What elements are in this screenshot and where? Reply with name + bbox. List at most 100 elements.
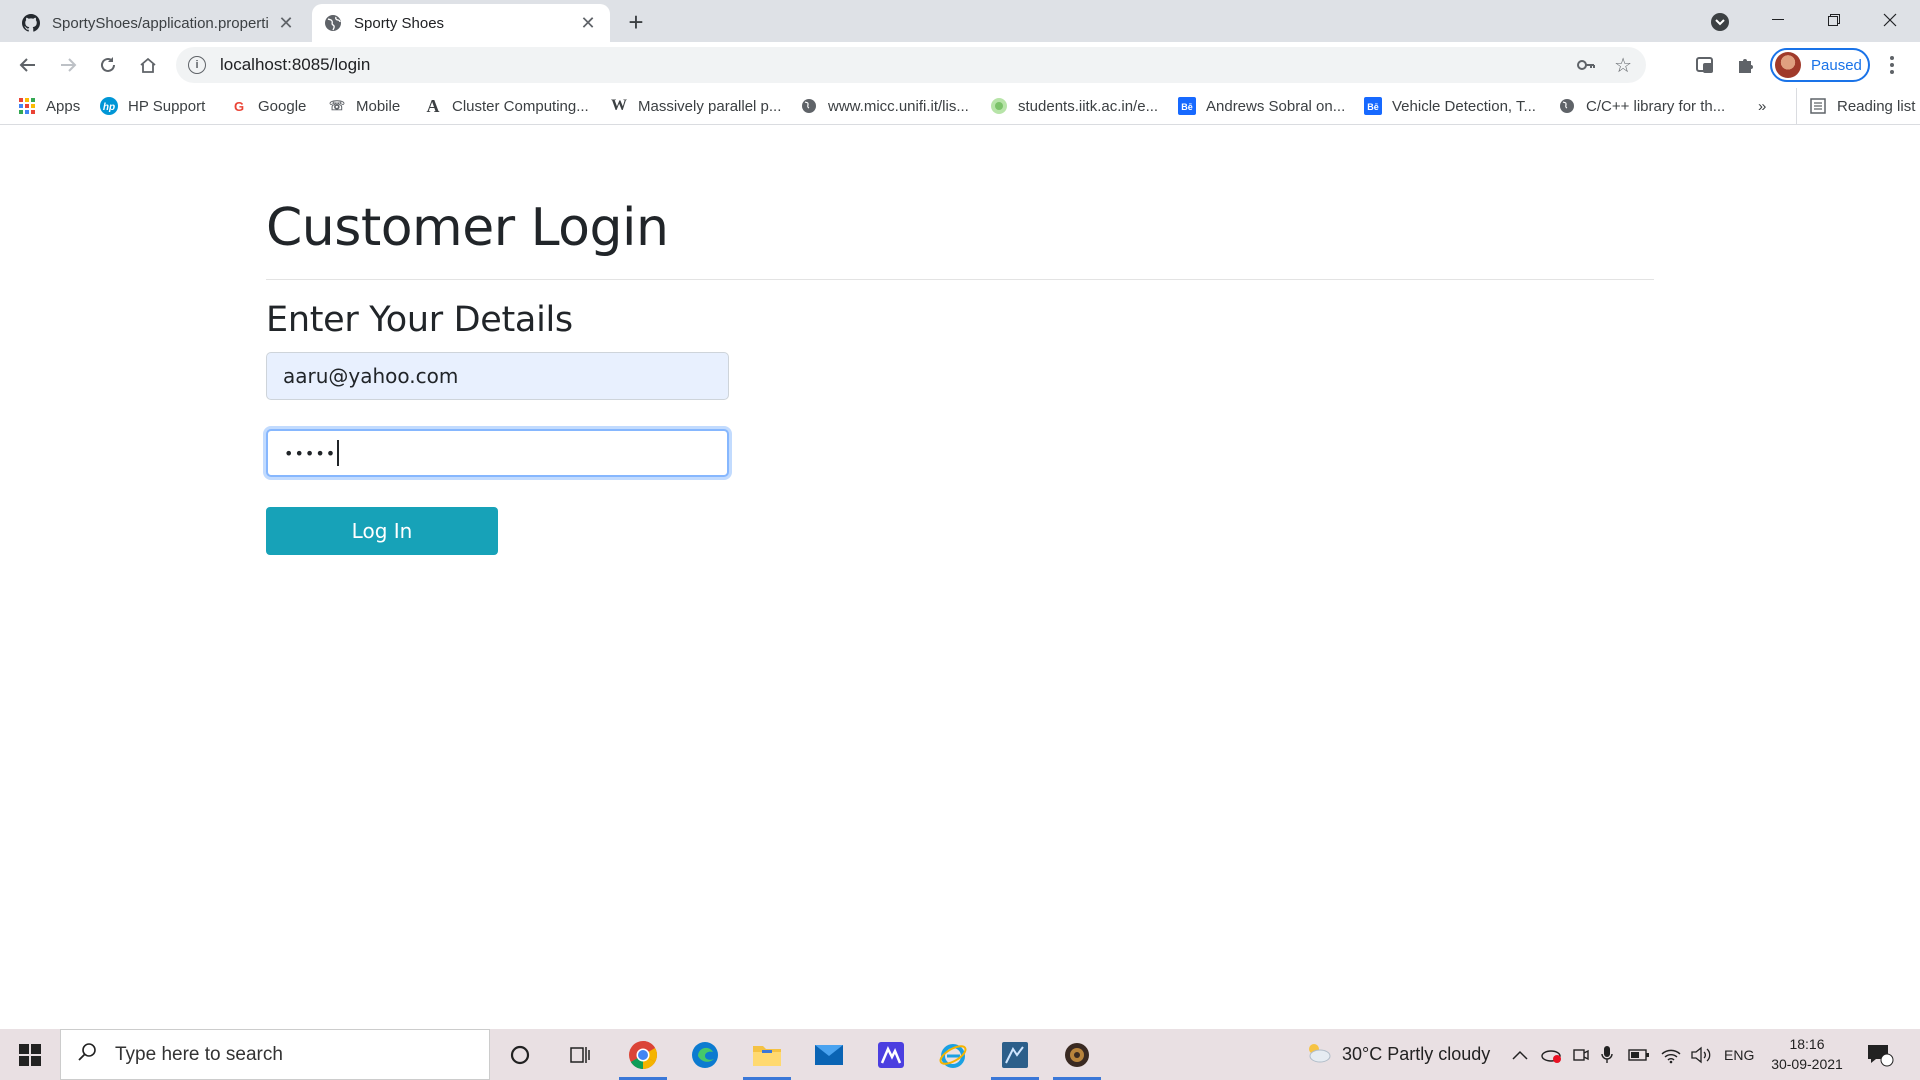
app-taskbar-icon[interactable] <box>985 1029 1045 1080</box>
tab-strip: SportyShoes/application.properti ✕ Sport… <box>0 0 1920 42</box>
more-menu-icon[interactable] <box>1882 54 1902 76</box>
language-indicator[interactable]: ENG <box>1724 1029 1754 1080</box>
internet-explorer-icon[interactable] <box>923 1029 983 1080</box>
microphone-icon[interactable] <box>1600 1029 1614 1080</box>
bookmark-label: Mobile <box>356 97 401 115</box>
bookmark-andrews-sobral[interactable]: Bē Andrews Sobral on... <box>1178 88 1345 124</box>
bookmark-label: Apps <box>46 97 81 115</box>
behance-icon: Bē <box>1178 97 1196 115</box>
back-icon[interactable] <box>12 49 44 81</box>
tab-title: Sporty Shoes <box>354 14 445 32</box>
home-icon[interactable] <box>132 49 164 81</box>
bookmark-label: Vehicle Detection, T... <box>1392 97 1536 115</box>
bookmark-cluster-computing[interactable]: A Cluster Computing... <box>424 88 589 124</box>
search-icon <box>77 1042 97 1067</box>
text-caret <box>337 440 339 466</box>
chrome-taskbar-icon[interactable] <box>613 1029 673 1080</box>
minimize-button[interactable] <box>1750 0 1806 40</box>
reading-list-icon <box>1809 97 1827 115</box>
close-window-button[interactable] <box>1862 0 1918 40</box>
bookmark-label: www.micc.unifi.it/lis... <box>828 97 969 115</box>
bookmark-micc[interactable]: www.micc.unifi.it/lis... <box>800 88 969 124</box>
bookmark-vehicle-detection[interactable]: Bē Vehicle Detection, T... <box>1364 88 1536 124</box>
address-bar[interactable]: i localhost:8085/login ☆ <box>176 47 1646 83</box>
login-button[interactable]: Log In <box>266 507 498 555</box>
task-view-icon[interactable] <box>550 1029 610 1080</box>
notification-count: 1 <box>1883 1046 1889 1057</box>
reading-list-label: Reading list <box>1837 97 1916 115</box>
browser-toolbar: i localhost:8085/login ☆ Paused <box>0 42 1920 88</box>
url-text[interactable]: localhost:8085/login <box>220 55 370 75</box>
weather-widget[interactable]: 30°C Partly cloudy <box>1304 1029 1490 1080</box>
search-placeholder: Type here to search <box>115 1043 283 1065</box>
taskbar-search[interactable]: Type here to search <box>60 1029 490 1080</box>
email-value: aaru@yahoo.com <box>283 364 459 388</box>
file-explorer-icon[interactable] <box>737 1029 797 1080</box>
matlab-icon[interactable] <box>861 1029 921 1080</box>
show-hidden-icons[interactable] <box>1512 1029 1528 1080</box>
bookmark-students-iitk[interactable]: students.iitk.ac.in/e... <box>990 88 1158 124</box>
avatar <box>1775 52 1801 78</box>
globe-icon <box>324 14 342 32</box>
behance-icon: Bē <box>1364 97 1382 115</box>
cortana-icon[interactable] <box>490 1029 550 1080</box>
mail-icon[interactable] <box>799 1029 859 1080</box>
edge-taskbar-icon[interactable] <box>675 1029 735 1080</box>
puzzle-icon[interactable] <box>1732 51 1760 79</box>
forward-icon[interactable] <box>52 49 84 81</box>
svg-text:Bē: Bē <box>1181 102 1193 112</box>
bookmark-cpp-library[interactable]: C/C++ library for th... <box>1558 88 1725 124</box>
site-icon <box>990 97 1008 115</box>
tab-title: SportyShoes/application.properti <box>52 14 269 32</box>
close-icon[interactable]: ✕ <box>276 13 296 33</box>
globe-icon <box>1558 97 1576 115</box>
eclipse-icon[interactable] <box>1047 1029 1107 1080</box>
system-clock[interactable]: 18:16 30-09-2021 <box>1762 1034 1852 1074</box>
bookmark-mobile[interactable]: ☏ Mobile <box>328 88 400 124</box>
mobile-icon: ☏ <box>328 98 346 113</box>
windows-taskbar: Type here to search 30°C Partly cloudy E… <box>0 1029 1920 1080</box>
tab-search-icon[interactable] <box>1708 10 1732 34</box>
volume-icon[interactable] <box>1690 1029 1712 1080</box>
bookmark-label: Google <box>258 97 307 115</box>
reload-icon[interactable] <box>92 49 124 81</box>
reading-list-button[interactable]: Reading list <box>1796 88 1915 124</box>
new-tab-button[interactable]: + <box>622 7 650 37</box>
page-title: Customer Login <box>266 198 669 258</box>
weather-text: 30°C Partly cloudy <box>1342 1044 1491 1064</box>
meet-now-icon[interactable] <box>1572 1029 1590 1080</box>
password-value: ••••• <box>284 443 337 463</box>
bookmark-label: students.iitk.ac.in/e... <box>1018 97 1159 115</box>
site-info-icon[interactable]: i <box>188 56 206 74</box>
apps-grid-icon <box>18 97 36 115</box>
close-icon[interactable]: ✕ <box>578 13 598 33</box>
windows-start-icon[interactable] <box>0 1029 60 1080</box>
notification-center-icon[interactable]: 1 <box>1866 1029 1894 1080</box>
bookmark-star-icon[interactable]: ☆ <box>1614 53 1632 78</box>
bookmark-label: Andrews Sobral on... <box>1206 97 1346 115</box>
onedrive-icon[interactable] <box>1540 1029 1562 1080</box>
profile-button[interactable]: Paused <box>1770 48 1870 82</box>
extension-icon[interactable] <box>1691 51 1719 79</box>
key-icon[interactable] <box>1576 55 1596 80</box>
more-bookmarks-button[interactable]: » <box>1758 88 1766 124</box>
password-field[interactable]: ••••• <box>266 429 729 477</box>
battery-icon[interactable] <box>1628 1029 1650 1080</box>
restore-button[interactable] <box>1806 0 1862 40</box>
profile-status: Paused <box>1811 56 1862 74</box>
bookmark-massively-parallel[interactable]: W Massively parallel p... <box>610 88 781 124</box>
tab-github[interactable]: SportyShoes/application.properti ✕ <box>10 4 308 42</box>
bookmark-label: C/C++ library for th... <box>1586 97 1726 115</box>
clock-date: 30-09-2021 <box>1771 1056 1843 1072</box>
a-letter-icon: A <box>426 95 440 116</box>
bookmarks-bar: Apps hp HP Support G Google ☏ Mobile A C… <box>0 88 1920 125</box>
bookmark-apps[interactable]: Apps <box>18 88 80 124</box>
svg-text:Bē: Bē <box>1367 102 1379 112</box>
wikipedia-icon: W <box>611 97 627 114</box>
bookmark-hp-support[interactable]: hp HP Support <box>100 88 205 124</box>
tab-sporty-shoes[interactable]: Sporty Shoes ✕ <box>312 4 610 42</box>
email-field[interactable]: aaru@yahoo.com <box>266 352 729 400</box>
github-icon <box>22 14 40 32</box>
bookmark-google[interactable]: G Google <box>230 88 306 124</box>
wifi-icon[interactable] <box>1660 1029 1682 1080</box>
